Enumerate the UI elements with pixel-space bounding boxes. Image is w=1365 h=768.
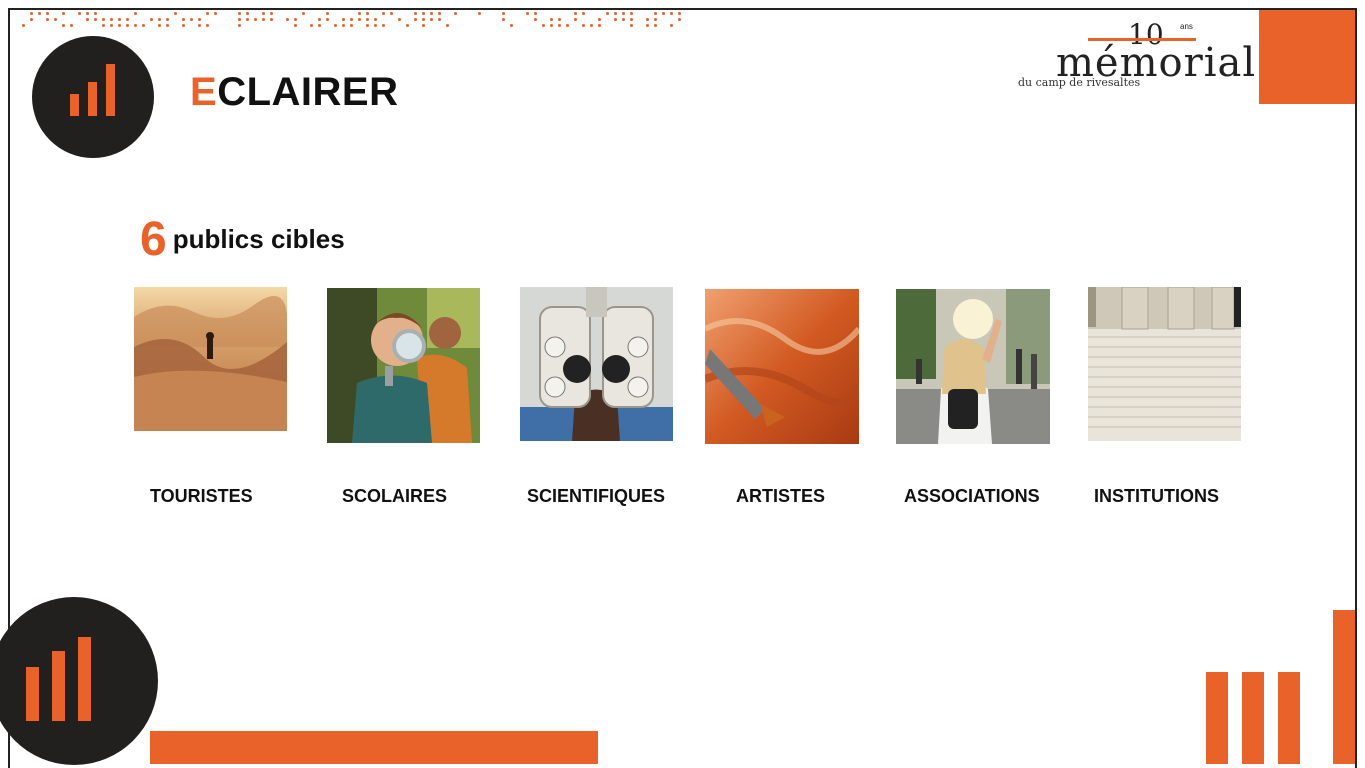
logo-circle-icon: [32, 36, 154, 158]
dot-pattern-decoration: [22, 12, 692, 32]
corner-accent-block: [1259, 10, 1355, 104]
label-associations: ASSOCIATIONS: [904, 486, 1040, 506]
bottom-right-bar-1: [1206, 672, 1228, 764]
section-heading: 6 publics cibles: [140, 212, 345, 267]
bottom-accent-band: [150, 731, 598, 764]
scientifiques-photo: [520, 287, 673, 441]
brand-years-suffix: ans: [1180, 22, 1193, 31]
label-scientifiques: SCIENTIFIQUES: [527, 486, 666, 506]
associations-photo: [896, 289, 1050, 444]
page-title-initial: E: [190, 70, 218, 114]
label-touristes: TOURISTES: [150, 486, 253, 506]
bottom-right-bar-2: [1242, 672, 1264, 764]
page-title-rest: CLAIRER: [217, 70, 399, 114]
artistes-photo: [705, 289, 859, 444]
bottom-right-bar-4: [1333, 610, 1355, 764]
memorial-logo: 10 ans mémorial du camp de rivesaltes: [1010, 18, 1255, 98]
section-label: publics cibles: [172, 224, 345, 254]
label-institutions: INSTITUTIONS: [1094, 486, 1219, 506]
brand-subtitle: du camp de rivesaltes: [1018, 76, 1141, 89]
page-title: ECLAIRER: [190, 70, 398, 115]
label-scolaires: SCOLAIRES: [342, 486, 448, 506]
bottom-right-bar-3: [1278, 672, 1300, 764]
label-artistes: ARTISTES: [736, 486, 826, 506]
institutions-photo: [1088, 287, 1241, 441]
touristes-photo: [134, 287, 287, 431]
section-count: 6: [140, 213, 167, 266]
scolaires-photo: [327, 288, 480, 443]
